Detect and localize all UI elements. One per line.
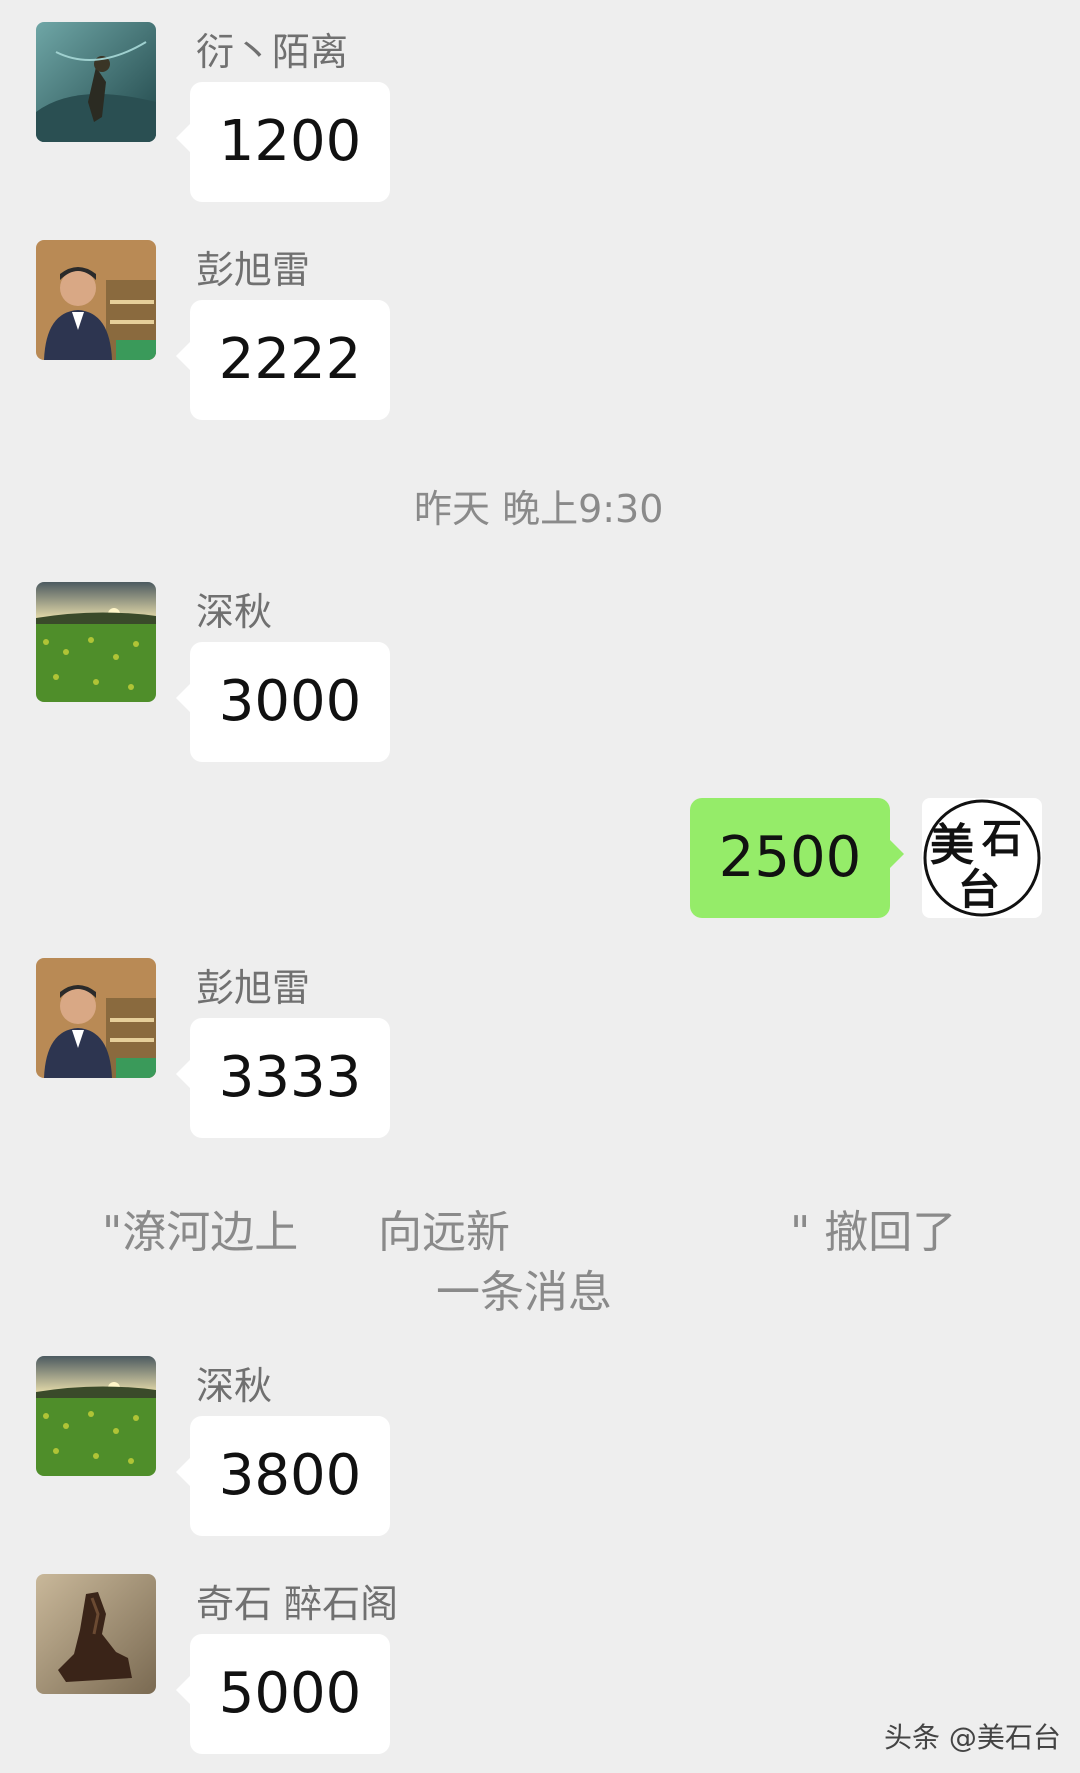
logo-char: 石 bbox=[982, 815, 1022, 862]
sender-name: 深秋 bbox=[196, 590, 273, 634]
logo-char: 台 bbox=[958, 865, 1000, 914]
my-avatar[interactable]: 美 石 台 bbox=[922, 798, 1042, 918]
rock-sculpture-icon bbox=[36, 1574, 156, 1694]
avatar[interactable] bbox=[36, 1356, 156, 1476]
field-landscape-icon bbox=[36, 582, 156, 702]
message-bubble[interactable]: 1200 bbox=[176, 82, 390, 202]
dark-teal-figure-icon bbox=[36, 22, 156, 142]
avatar[interactable] bbox=[36, 582, 156, 702]
avatar[interactable] bbox=[36, 240, 156, 360]
sender-name: 深秋 bbox=[196, 1364, 273, 1408]
message-bubble[interactable]: 2222 bbox=[176, 300, 390, 420]
recall-notice-part3: " 撤回了 bbox=[790, 1207, 957, 1258]
sender-name: 衍丶陌离 bbox=[196, 30, 349, 74]
recall-notice-line2: 一条消息 bbox=[436, 1267, 612, 1318]
logo-char: 美 bbox=[930, 820, 974, 871]
message-bubble[interactable]: 3000 bbox=[176, 642, 390, 762]
man-portrait-icon bbox=[36, 240, 156, 360]
message-bubble[interactable]: 5000 bbox=[176, 1634, 390, 1754]
calligraphy-logo-icon: 美 石 台 bbox=[923, 799, 1041, 917]
my-message-bubble[interactable]: 2500 bbox=[690, 798, 904, 918]
watermark: 头条 @美石台 bbox=[884, 1721, 1061, 1754]
avatar[interactable] bbox=[36, 958, 156, 1078]
recall-notice-part1: "潦河边上 bbox=[102, 1207, 299, 1258]
timestamp: 昨天 晚上9:30 bbox=[414, 487, 664, 531]
field-landscape-icon bbox=[36, 1356, 156, 1476]
message-bubble[interactable]: 3333 bbox=[176, 1018, 390, 1138]
recall-notice-part2: 向远新 bbox=[378, 1207, 510, 1258]
sender-name: 彭旭雷 bbox=[196, 966, 311, 1010]
sender-name: 奇石 醉石阁 bbox=[196, 1582, 399, 1626]
avatar[interactable] bbox=[36, 1574, 156, 1694]
avatar[interactable] bbox=[36, 22, 156, 142]
sender-name: 彭旭雷 bbox=[196, 248, 311, 292]
message-bubble[interactable]: 3800 bbox=[176, 1416, 390, 1536]
man-portrait-icon bbox=[36, 958, 156, 1078]
